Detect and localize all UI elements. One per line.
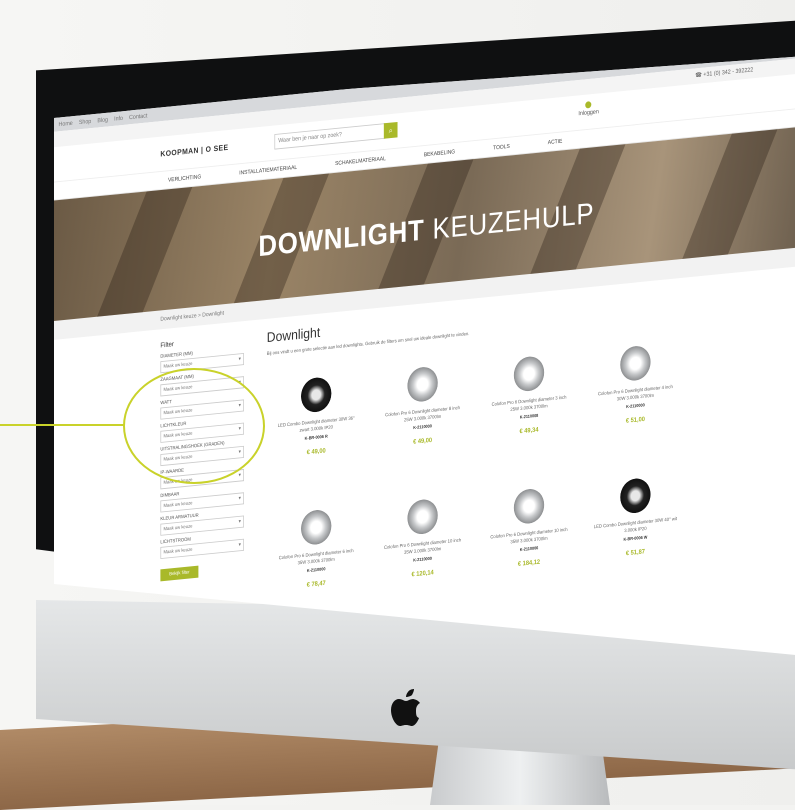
product-card[interactable]: Colofon Pro 6 Downlight diameter 10 inch… — [480, 476, 579, 606]
product-image[interactable] — [301, 376, 332, 414]
product-card[interactable]: Colofon Pro 6 Downlight diameter 8 inch … — [373, 354, 472, 484]
browser-tab[interactable]: Info — [114, 115, 123, 122]
product-price: € 49,34 — [519, 425, 539, 435]
imac-monitor: Home Shop Blog Info Contact ☎ +31 (0) 34… — [6, 10, 795, 770]
apple-logo-icon — [391, 689, 420, 726]
browser-tab[interactable]: Contact — [129, 113, 147, 121]
browser-tab[interactable]: Home — [59, 120, 73, 127]
product-image[interactable] — [407, 498, 438, 536]
product-price: € 184,12 — [517, 557, 541, 568]
product-image[interactable] — [407, 365, 438, 404]
nav-item[interactable]: BEKABELING — [424, 149, 455, 158]
product-card[interactable]: Colofon Pro 6 Downlight diameter 4 inch … — [586, 333, 685, 463]
search-button[interactable]: ⌕ — [383, 121, 398, 139]
web-page: Home Shop Blog Info Contact ☎ +31 (0) 34… — [54, 56, 795, 656]
apply-filter-button[interactable]: Bekijk filter — [160, 565, 199, 582]
product-card[interactable]: Colofon Pro 6 Downlight diameter 10 inch… — [373, 486, 472, 616]
browser-tab[interactable]: Blog — [97, 117, 108, 124]
callout-line — [0, 424, 124, 426]
search-icon: ⌕ — [388, 125, 393, 135]
nav-item[interactable]: VERLICHTING — [168, 174, 201, 183]
product-image[interactable] — [513, 487, 545, 525]
product-listing: Downlight Bij ons vindt u een grote sele… — [267, 289, 693, 627]
nav-item[interactable]: INSTALLATIEMATERIAAL — [239, 164, 297, 176]
product-card[interactable]: Colofon Pro 6 Downlight diameter 3 inch … — [480, 343, 579, 473]
product-image[interactable] — [620, 344, 651, 383]
product-card[interactable]: LED Combo Downlight diameter 30W 40° wit… — [586, 465, 685, 595]
monitor-screen: Home Shop Blog Info Contact ☎ +31 (0) 34… — [54, 56, 795, 656]
product-image[interactable] — [301, 508, 332, 546]
login-label: Inloggen — [578, 108, 599, 117]
product-price: € 51,00 — [625, 414, 645, 425]
product-price: € 51,87 — [625, 547, 645, 557]
product-price: € 49,00 — [413, 435, 433, 446]
product-card[interactable]: LED Combo Downlight diameter 30W 36° zwa… — [267, 364, 366, 494]
nav-item[interactable]: TOOLS — [493, 143, 510, 151]
product-price: € 78,47 — [306, 578, 326, 589]
user-icon — [585, 101, 592, 109]
phone-number[interactable]: ☎ +31 (0) 342 - 392222 — [695, 66, 753, 79]
product-price: € 120,14 — [411, 568, 434, 579]
search-input[interactable]: Waar ben je naar op zoek? — [274, 123, 386, 150]
browser-tab[interactable]: Shop — [79, 118, 91, 125]
product-image[interactable] — [620, 477, 651, 515]
product-image[interactable] — [513, 355, 545, 393]
callout-circle — [123, 368, 265, 484]
site-logo[interactable]: KOOPMAN | O SEE — [160, 143, 228, 158]
nav-item[interactable]: SCHAKELMATERIAAL — [335, 155, 386, 166]
product-price: € 49,00 — [306, 446, 326, 456]
nav-item[interactable]: ACTIE — [548, 138, 563, 145]
product-grid: LED Combo Downlight diameter 30W 36° zwa… — [267, 332, 693, 627]
login-button[interactable]: Inloggen — [578, 100, 599, 117]
